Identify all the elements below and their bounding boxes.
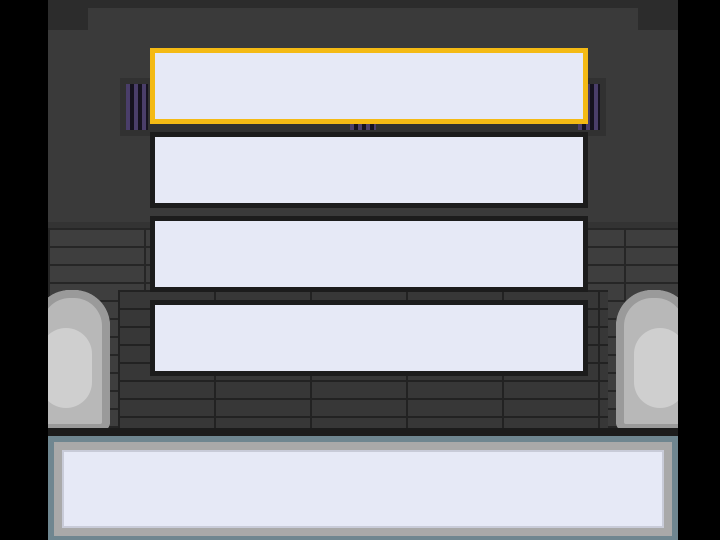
wall-corner-left [48,0,88,30]
menu-option-1[interactable] [150,48,588,124]
menu-option-2[interactable] [150,132,588,208]
pillar-right [616,290,678,432]
menu-option-4[interactable] [150,300,588,376]
menu-option-3[interactable] [150,216,588,292]
pillar-right-shine [634,328,678,408]
floor-edge [48,428,678,436]
game-screen [48,0,678,540]
dialog-text [62,450,664,528]
wall-corner-right [638,0,678,30]
dialog-box [48,436,678,540]
pillar-left-shine [48,328,92,408]
curtain-left [126,84,148,130]
dialog-frame [54,442,672,536]
pillar-left [48,290,110,432]
